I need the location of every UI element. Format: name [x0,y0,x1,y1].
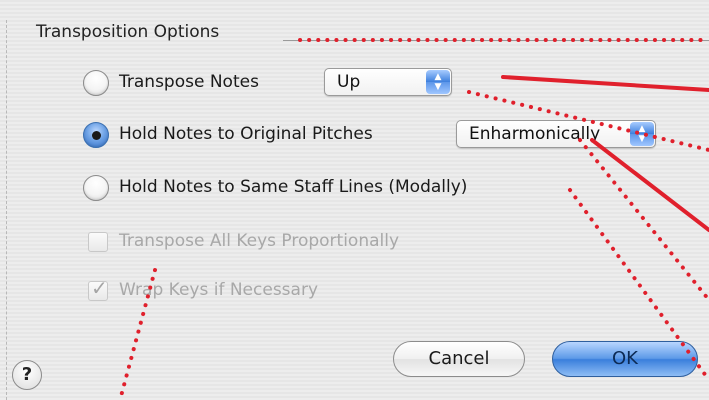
callout-solid-method [590,138,709,232]
popup-arrows-icon: ▲ ▼ [630,122,654,146]
radio-selected-dot-icon [92,131,101,140]
transpose-direction-popup[interactable]: Up ▲ ▼ [324,68,452,96]
hold-original-pitches-label[interactable]: Hold Notes to Original Pitches [119,124,373,144]
callout-solid-direction [501,75,709,92]
group-title: Transposition Options [36,22,220,42]
left-edge-border [6,20,7,400]
transpose-notes-radio[interactable] [83,70,109,96]
transposition-dialog: Transposition Options Transpose Notes Up… [0,0,709,400]
hold-original-pitches-radio[interactable] [83,122,109,148]
group-divider [283,40,709,41]
wrap-keys-checkbox[interactable]: ✓ [88,276,108,301]
cancel-button[interactable]: Cancel [393,341,525,377]
popup-arrows-icon: ▲ ▼ [426,70,450,94]
help-button[interactable]: ? [12,360,42,390]
annotation-callouts [118,38,709,400]
checkmark-icon: ✓ [91,276,108,300]
hold-staff-lines-label[interactable]: Hold Notes to Same Staff Lines (Modally) [119,177,467,197]
transpose-all-keys-checkbox[interactable] [88,232,108,252]
hold-method-popup[interactable]: Enharmonically ▲ ▼ [456,120,656,148]
transpose-direction-value: Up [337,72,361,92]
ok-button[interactable]: OK [552,341,698,377]
hold-method-value: Enharmonically [469,124,601,144]
wrap-keys-label: Wrap Keys if Necessary [119,280,319,300]
callout-dotted-method [578,138,709,302]
transpose-notes-label[interactable]: Transpose Notes [119,72,259,92]
transpose-all-keys-label: Transpose All Keys Proportionally [119,231,400,251]
hold-staff-lines-radio[interactable] [83,175,109,201]
